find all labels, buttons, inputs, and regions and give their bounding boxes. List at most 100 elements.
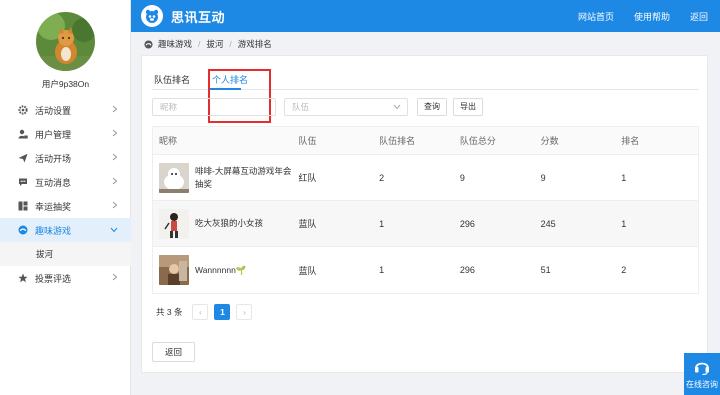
player-nickname: 吃大灰狼的小女孩: [195, 218, 264, 228]
headset-icon: [684, 358, 720, 376]
team-select-placeholder: 队伍: [292, 102, 310, 112]
chat-bubble-icon: [18, 177, 28, 187]
chevron-right-icon: [112, 105, 118, 115]
chevron-down-icon: [393, 104, 401, 110]
player-cell: 吃大灰狼的小女孩: [153, 208, 292, 239]
gamepad-icon: [144, 39, 153, 49]
chevron-right-icon: [112, 153, 118, 163]
breadcrumb-current: 游戏排名: [237, 39, 272, 49]
online-consult-button[interactable]: 在线咨询: [684, 353, 720, 395]
player-nickname: Wannnnnn🌱: [195, 264, 247, 275]
brand[interactable]: 思讯互动: [141, 5, 225, 27]
nav-back-link[interactable]: 返回: [690, 10, 708, 23]
chevron-right-icon: [112, 201, 118, 211]
pagination: 共 3 条 ‹ 1 ›: [156, 304, 253, 320]
sidebar: 用户9p38On 活动设置 用户管理 活动开场 互动消息 幸运抽奖 趣味游戏 拔…: [0, 0, 131, 395]
sidebar-item-user-management[interactable]: 用户管理: [0, 122, 131, 146]
column-header[interactable]: 队伍排名: [373, 134, 454, 147]
column-header[interactable]: 昵称: [153, 134, 292, 147]
sidebar-item-label: 投票评选: [35, 273, 72, 284]
sidebar-item-lucky-draw[interactable]: 幸运抽奖: [0, 194, 131, 218]
user-lock-icon: [18, 129, 28, 139]
score-cell: 245: [540, 218, 556, 229]
column-header[interactable]: 排名: [615, 134, 698, 147]
team-rank-cell: 2: [379, 172, 385, 183]
column-header[interactable]: 队伍总分: [454, 134, 535, 147]
pagination-total: 共 3 条: [156, 307, 183, 317]
chevron-right-icon: [112, 129, 118, 139]
team-rank-cell: 1: [379, 265, 385, 275]
team-cell: 蓝队: [298, 219, 317, 229]
submenu-item-tug-of-war[interactable]: 拔河: [0, 242, 131, 266]
page-button-current[interactable]: 1: [214, 304, 231, 320]
gamepad-icon: [18, 225, 28, 235]
team-score-cell: 296: [459, 218, 475, 229]
chevron-right-icon: [112, 273, 118, 283]
sidebar-item-activity-settings[interactable]: 活动设置: [0, 98, 131, 122]
column-header[interactable]: 分数: [535, 134, 616, 147]
player-avatar: [159, 208, 189, 239]
table-row[interactable]: 啡啡-大屏幕互动游戏年会抽奖 红队 2 9 9 1: [153, 155, 698, 201]
rank-cell: 1: [621, 218, 627, 229]
sidebar-menu: 活动设置 用户管理 活动开场 互动消息 幸运抽奖 趣味游戏 拔河 投票评选: [0, 98, 131, 290]
back-button[interactable]: 返回: [152, 342, 195, 362]
player-cell: 啡啡-大屏幕互动游戏年会抽奖: [153, 162, 292, 193]
team-score-cell: 9: [459, 172, 465, 183]
team-cell: 红队: [298, 173, 317, 183]
filter-bar: 昵称 队伍 查询 导出: [152, 98, 483, 116]
breadcrumb-item[interactable]: 拔河: [206, 38, 223, 50]
tab-team-ranking[interactable]: 队伍排名: [154, 73, 190, 86]
player-cell: Wannnnnn🌱: [153, 255, 292, 285]
online-consult-label: 在线咨询: [686, 380, 718, 389]
sidebar-item-label: 用户管理: [35, 129, 72, 140]
star-icon: [18, 273, 28, 283]
breadcrumb-item[interactable]: 趣味游戏: [158, 38, 192, 50]
tab-bar: 队伍排名 个人排名: [152, 69, 699, 123]
rank-cell: 2: [621, 265, 627, 275]
nickname-search-input[interactable]: 昵称: [152, 98, 276, 116]
breadcrumb: 趣味游戏 / 拔河 / 游戏排名: [144, 38, 272, 50]
team-select[interactable]: 队伍: [284, 98, 408, 116]
column-header[interactable]: 队伍: [292, 134, 373, 147]
grid-icon: [18, 201, 28, 211]
prev-page-button[interactable]: ‹: [192, 304, 209, 320]
nav-home-link[interactable]: 网站首页: [578, 10, 614, 23]
ranking-table: 昵称 队伍 队伍排名 队伍总分 分数 排名 啡啡-大屏幕互动游戏年会抽奖 红队 …: [152, 126, 699, 294]
player-nickname: 啡啡-大屏幕互动游戏年会抽奖: [195, 165, 292, 189]
top-bar: 思讯互动 网站首页 使用帮助 返回: [131, 0, 720, 32]
player-avatar: [159, 162, 189, 193]
table-row[interactable]: 吃大灰狼的小女孩 蓝队 1 296 245 1: [153, 201, 698, 247]
sidebar-item-label: 幸运抽奖: [35, 201, 72, 212]
avatar[interactable]: [36, 12, 95, 71]
team-rank-cell: 1: [379, 218, 385, 229]
sidebar-item-label: 活动设置: [35, 105, 72, 116]
table-header: 昵称 队伍 队伍排名 队伍总分 分数 排名: [153, 127, 698, 155]
next-page-button[interactable]: ›: [236, 304, 253, 320]
score-cell: 51: [540, 265, 551, 275]
breadcrumb-separator: /: [198, 39, 201, 49]
username: 用户9p38On: [41, 79, 90, 89]
sidebar-item-interactive-messages[interactable]: 互动消息: [0, 170, 131, 194]
sidebar-item-voting[interactable]: 投票评选: [0, 266, 131, 290]
rank-cell: 1: [621, 172, 627, 183]
main-panel: 队伍排名 个人排名 昵称 队伍 查询 导出 昵称 队伍 队伍排名 队伍总分 分数…: [141, 55, 708, 373]
team-score-cell: 296: [459, 265, 475, 275]
export-button[interactable]: 导出: [453, 98, 483, 116]
table-row[interactable]: Wannnnnn🌱 蓝队 1 296 51 2: [153, 247, 698, 293]
player-avatar: [159, 255, 189, 285]
breadcrumb-separator: /: [229, 39, 232, 49]
chevron-down-icon: [110, 225, 118, 235]
logo-icon: [141, 5, 163, 27]
gear-icon: [18, 105, 28, 115]
team-cell: 蓝队: [298, 265, 317, 276]
search-button[interactable]: 查询: [417, 98, 447, 116]
nav-help-link[interactable]: 使用帮助: [634, 10, 670, 23]
sidebar-item-activity-start[interactable]: 活动开场: [0, 146, 131, 170]
chevron-right-icon: [112, 177, 118, 187]
sidebar-item-fun-games[interactable]: 趣味游戏: [0, 218, 131, 242]
sidebar-item-label: 趣味游戏: [35, 225, 72, 236]
score-cell: 9: [540, 172, 546, 183]
sidebar-item-label: 互动消息: [35, 177, 72, 188]
sidebar-item-label: 活动开场: [35, 153, 72, 164]
brand-title: 思讯互动: [171, 9, 226, 25]
